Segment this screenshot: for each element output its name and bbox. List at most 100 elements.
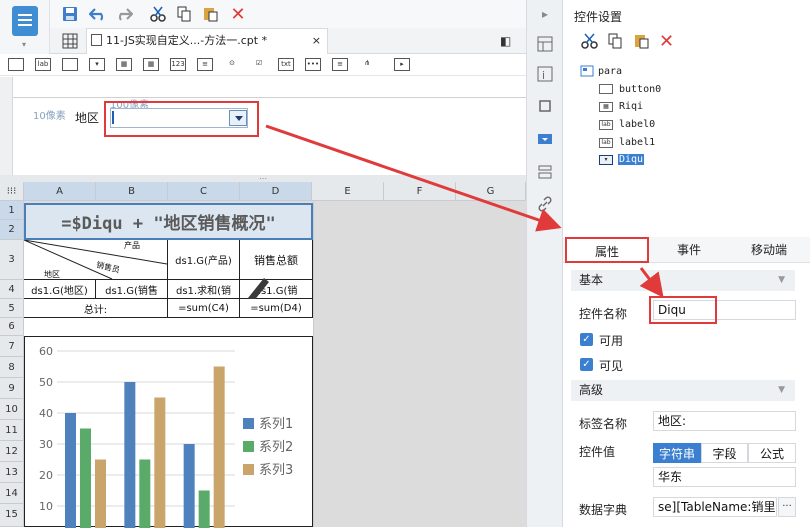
row-header[interactable]: 15 [0,504,24,527]
chevron-down-icon[interactable] [229,110,247,126]
section-basic[interactable]: 基本 ▼ [571,270,795,291]
row-header[interactable]: 7 [0,336,24,357]
row-header[interactable]: 13 [0,462,24,483]
row-header[interactable]: 3 [0,240,24,280]
slash-header-cell[interactable]: 产品 销售员 地区 [24,240,168,280]
text-widget-icon[interactable] [8,58,24,71]
text-area-icon[interactable]: txt [278,58,294,71]
cell-c5[interactable]: =sum(C4) [168,299,240,318]
row-header[interactable]: 14 [0,483,24,504]
select-all-corner[interactable]: ⁝⁝⁝ [0,182,24,201]
row-header[interactable]: 6 [0,318,24,336]
visible-checkbox[interactable]: ✓ [580,358,593,371]
grid-icon[interactable] [62,33,78,49]
tree-item-diqu[interactable]: Diqu [618,154,645,165]
column-header[interactable]: D [240,182,312,201]
date-widget-icon[interactable]: ▦ [116,58,132,71]
list-icon[interactable]: ≡ [332,58,348,71]
password-icon[interactable]: ••• [305,58,321,71]
row-header[interactable]: 8 [0,357,24,378]
diqu-combo-input[interactable] [110,108,248,128]
enabled-checkbox[interactable]: ✓ [580,333,593,346]
save-icon[interactable] [60,4,80,24]
tree-item-label1[interactable]: label1 [619,137,655,148]
tool-icon[interactable] [537,164,553,180]
app-logo-icon[interactable] [12,6,38,36]
more-widgets-icon[interactable]: ▸ [394,58,410,71]
tab-properties[interactable]: 属性 [565,237,649,263]
region-label[interactable]: 地区 [75,109,99,126]
button-widget-icon[interactable] [62,58,78,71]
link-icon[interactable] [537,196,553,212]
cell-row6[interactable] [24,318,313,336]
tab-document[interactable]: 11-JS实现自定义...-方法一.cpt * × [86,28,328,54]
column-header[interactable]: E [312,182,384,201]
row-header[interactable]: 1 [0,201,24,220]
checkbox-widget-icon[interactable]: ☑ [251,58,267,71]
tree-icon[interactable]: ⋔ [359,58,375,71]
section-advanced[interactable]: 高级 ▼ [571,380,795,401]
column-header[interactable]: F [384,182,456,201]
row-header[interactable]: 2 [0,220,24,240]
copy-icon[interactable] [174,4,194,24]
row-header[interactable]: 4 [0,280,24,299]
tab-events[interactable]: 事件 [649,237,729,263]
cell-d5[interactable]: =sum(D4) [240,299,313,318]
tab-close-icon[interactable]: × [312,29,321,53]
column-header[interactable]: C [168,182,240,201]
layout-icon[interactable] [537,36,553,52]
number-widget-icon[interactable]: 123 [170,58,186,71]
empty-columns-area[interactable] [313,201,526,527]
ruler-label-10: 10像素 [33,111,66,122]
row-header[interactable]: 5 [0,299,24,318]
value-type-field[interactable]: 字段 [701,443,748,463]
redo-icon[interactable] [114,4,134,24]
tree-root[interactable]: para [598,66,622,77]
label-widget-icon[interactable]: lab [35,58,51,71]
data-dict-field[interactable]: se][TableName:销里] [653,497,777,517]
undo-icon[interactable] [88,4,108,24]
cut-icon[interactable] [148,4,168,24]
info-icon[interactable]: i [537,66,553,82]
tree-item-riqi[interactable]: Riqi [619,101,643,112]
splitter-handle[interactable]: ⋯ [0,175,526,183]
combo-widget-icon[interactable]: ▾ [89,58,105,71]
copy-icon[interactable] [607,33,623,52]
cell-total-label[interactable]: 总计: [24,299,168,318]
combo-panel-icon[interactable] [537,131,553,147]
row-header[interactable]: 9 [0,378,24,399]
value-type-formula[interactable]: 公式 [748,443,796,463]
delete-icon[interactable]: ✕ [659,31,674,52]
calendar-widget-icon[interactable]: ▦ [143,58,159,71]
title-cell[interactable]: =$Diqu + "地区销售概况" [24,203,313,240]
paste-icon[interactable] [633,33,649,52]
value-type-string[interactable]: 字符串 [653,443,701,463]
row-header[interactable]: 12 [0,441,24,462]
textarea-widget-icon[interactable]: ≡ [197,58,213,71]
delete-icon[interactable]: ✕ [228,4,248,25]
row-header[interactable]: 10 [0,399,24,420]
cell-c3[interactable]: ds1.G(产品) [168,240,240,280]
cell-c4[interactable]: ds1.求和(销 [168,280,240,299]
tree-item-label0[interactable]: label0 [619,119,655,130]
column-header[interactable]: B [96,182,168,201]
tree-item-button0[interactable]: button0 [619,84,661,95]
logo-dropdown-icon[interactable]: ▾ [22,40,26,49]
data-dict-more-button[interactable]: ··· [778,497,796,517]
column-header[interactable]: G [456,182,526,201]
radio-widget-icon[interactable]: ⊙ [224,58,240,71]
column-header[interactable]: A [24,182,96,201]
collapse-icon[interactable]: ◧ [500,34,511,48]
tag-name-field[interactable]: 地区: [653,411,796,431]
bar-chart[interactable]: 0102030405060系列1系列2系列3 [24,336,313,531]
cut-icon[interactable] [581,33,599,52]
cell-a4[interactable]: ds1.G(地区) [24,280,96,299]
cell-b4[interactable]: ds1.G(销售 [96,280,168,299]
chart-bar [124,382,136,531]
frame-icon[interactable] [537,98,553,114]
widget-value-field[interactable]: 华东 [653,467,796,487]
tab-mobile[interactable]: 移动端 [729,237,809,263]
collapse-right-icon[interactable]: ▸ [537,6,553,22]
paste-icon[interactable] [200,4,220,24]
row-header[interactable]: 11 [0,420,24,441]
